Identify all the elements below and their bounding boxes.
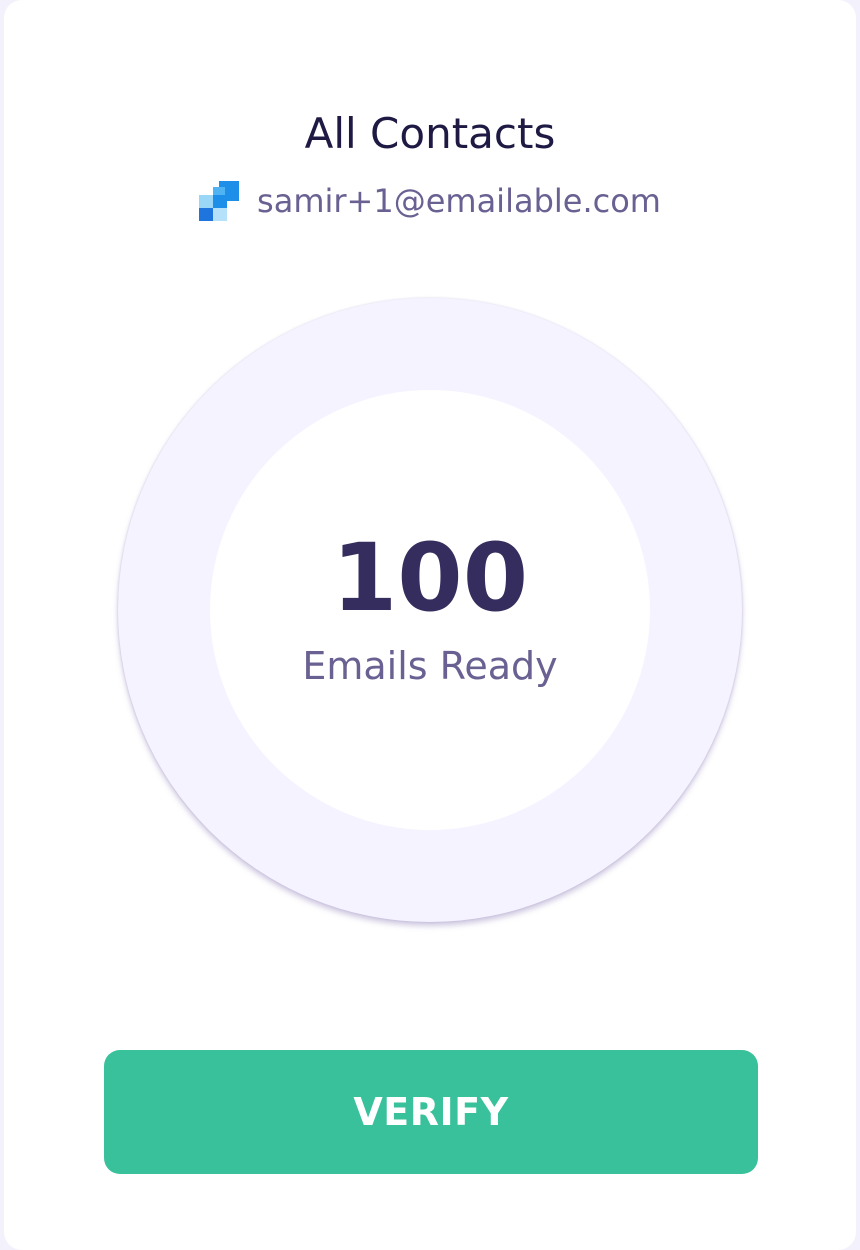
account-row: samir+1@emailable.com (4, 176, 856, 226)
verify-button[interactable]: VERIFY (104, 1050, 758, 1174)
account-email: samir+1@emailable.com (257, 182, 661, 220)
list-title: All Contacts (304, 109, 556, 158)
emailable-logo-icon (199, 181, 240, 221)
contact-list-card: All Contacts samir+1@emailable.com 100 E… (4, 0, 856, 1250)
ring-center (210, 390, 650, 830)
emails-ready-ring: 100 Emails Ready (118, 298, 742, 922)
